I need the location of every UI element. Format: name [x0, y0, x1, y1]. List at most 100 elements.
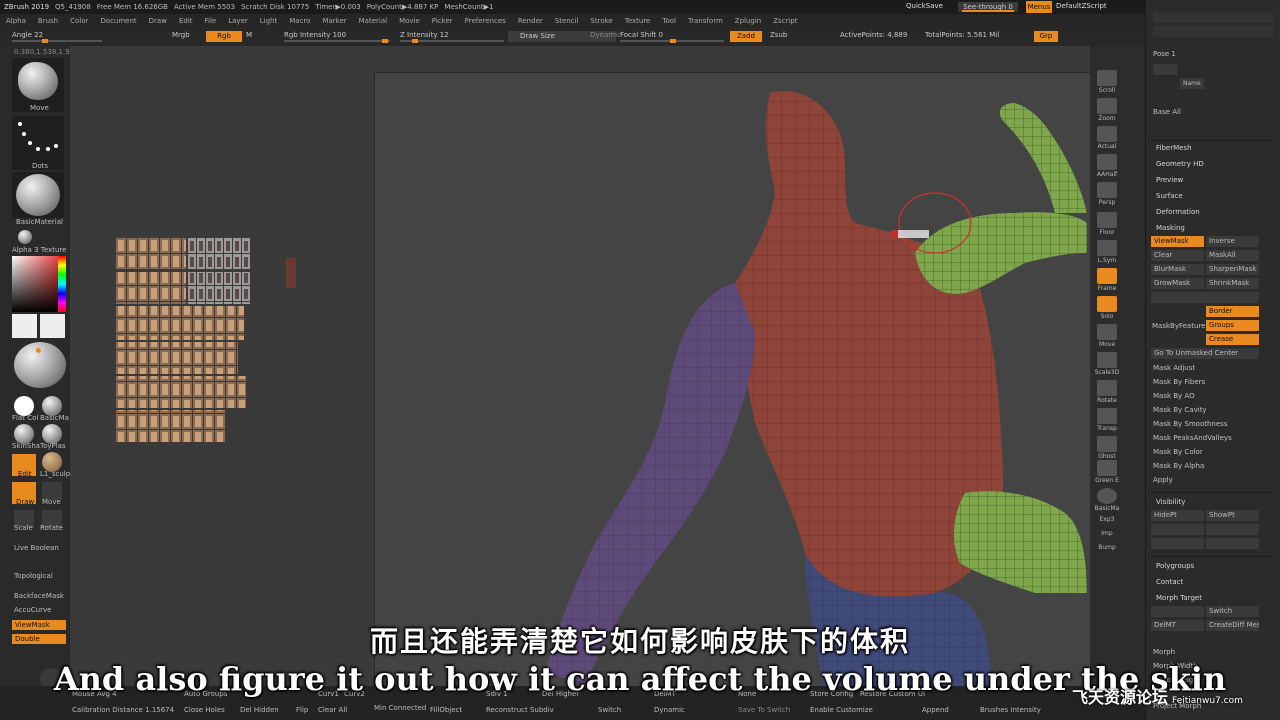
calibration-distance-slider[interactable]: Calibration Distance 1.15674	[72, 706, 174, 714]
viewmask-toggle[interactable]: ViewMask	[1151, 236, 1204, 247]
grp-button[interactable]: Grp	[1034, 31, 1058, 42]
solo-button[interactable]: Solo	[1094, 296, 1120, 320]
menu-preferences[interactable]: Preferences	[459, 17, 512, 25]
fill-object-button[interactable]: FillObject	[430, 706, 462, 714]
angle-slider[interactable]	[12, 39, 102, 43]
menu-transform[interactable]: Transform	[682, 17, 729, 25]
sculpt-material-icon[interactable]	[42, 452, 62, 472]
rotate-view-button[interactable]: Rotate	[1094, 380, 1120, 404]
save-to-switch-button[interactable]: Save To Switch	[738, 706, 790, 714]
visibility-btn-3[interactable]	[1151, 524, 1204, 535]
z-intensity-label[interactable]: Z Intensity 12	[400, 31, 449, 39]
see-through-slider[interactable]: See-through 0	[958, 2, 1018, 12]
mask-by-cavity-item[interactable]: Mask By Cavity	[1153, 406, 1207, 414]
backface-mask-button[interactable]: BackfaceMask	[14, 592, 64, 600]
fibermesh-section[interactable]: FiberMesh	[1156, 144, 1192, 152]
base-all-button[interactable]: Base All	[1153, 108, 1181, 116]
mask-all-button[interactable]: MaskAll	[1206, 250, 1259, 261]
mask-adjust-item[interactable]: Mask Adjust	[1153, 364, 1195, 372]
enable-customize-button[interactable]: Enable Customize	[810, 706, 873, 714]
min-connected-slider[interactable]: Min Connected	[374, 704, 426, 712]
crease-toggle[interactable]: Crease	[1206, 334, 1259, 345]
sculpt-model[interactable]	[375, 73, 1091, 707]
pose-up-button[interactable]	[1153, 64, 1177, 75]
switch-mt-button[interactable]: Switch	[1206, 606, 1259, 617]
angle-slider-label[interactable]: Angle 22	[12, 31, 43, 39]
menu-alpha[interactable]: Alpha	[0, 17, 32, 25]
bump-button[interactable]: Bump	[1094, 544, 1120, 551]
clear-mask-button[interactable]: Clear	[1151, 250, 1204, 261]
apply-item[interactable]: Apply	[1153, 476, 1173, 484]
visibility-btn-6[interactable]	[1206, 538, 1259, 549]
floor-button[interactable]: Floor	[1094, 212, 1120, 236]
menu-light[interactable]: Light	[254, 17, 283, 25]
menu-layer[interactable]: Layer	[222, 17, 254, 25]
visibility-section[interactable]: Visibility	[1156, 498, 1185, 506]
menu-file[interactable]: File	[199, 17, 223, 25]
go-to-unmasked-center-button[interactable]: Go To Unmasked Center	[1151, 348, 1259, 359]
exp3-button[interactable]: Exp3	[1094, 516, 1120, 523]
ghost-button[interactable]: Ghost	[1094, 436, 1120, 460]
menu-marker[interactable]: Marker	[316, 17, 352, 25]
live-boolean-button[interactable]: Live Boolean	[14, 544, 59, 552]
scale3d-button[interactable]: Scale3D	[1094, 352, 1120, 376]
basicma-button[interactable]: BasicMa	[1094, 488, 1120, 512]
toy-plastic-icon[interactable]	[42, 424, 62, 444]
mask-by-alpha-item[interactable]: Mask By Alpha	[1153, 462, 1204, 470]
mask-slider[interactable]	[1151, 292, 1259, 303]
aahalf-button[interactable]: AAHalf	[1094, 154, 1120, 178]
document-canvas[interactable]	[374, 72, 1091, 707]
m-button[interactable]: M	[246, 31, 252, 39]
persp-button[interactable]: Persp	[1094, 182, 1120, 206]
menus-button[interactable]: Menus	[1026, 1, 1052, 13]
mask-peaks-valleys-item[interactable]: Mask PeaksAndValleys	[1153, 434, 1232, 442]
reconstruct-subdiv-button[interactable]: Reconstruct Subdiv	[486, 706, 554, 714]
zadd-button[interactable]: Zadd	[730, 31, 762, 42]
main-color-swatch[interactable]	[12, 314, 37, 338]
menu-stroke[interactable]: Stroke	[584, 17, 618, 25]
focal-shift-label[interactable]: Focal Shift 0	[620, 31, 663, 39]
menu-texture[interactable]: Texture	[619, 17, 657, 25]
shrink-mask-button[interactable]: ShrinkMask	[1206, 278, 1259, 289]
pose-slider[interactable]: Pose 1	[1153, 50, 1176, 58]
polygroups-section[interactable]: Polygroups	[1156, 562, 1194, 570]
clear-all-button[interactable]: Clear All	[318, 706, 347, 714]
default-zscript-button[interactable]: DefaultZScript	[1056, 2, 1107, 10]
visibility-btn-5[interactable]	[1151, 538, 1204, 549]
mask-by-ao-item[interactable]: Mask By AO	[1153, 392, 1195, 400]
zsub-button[interactable]: Zsub	[770, 31, 787, 39]
rgb-intensity-label[interactable]: Rgb Intensity 100	[284, 31, 346, 39]
secondary-color-swatch[interactable]	[40, 314, 65, 338]
menu-picker[interactable]: Picker	[426, 17, 459, 25]
pose-name-button[interactable]: Name	[1180, 78, 1204, 89]
mask-by-color-item[interactable]: Mask By Color	[1153, 448, 1203, 456]
dynamic-toggle[interactable]: Dynamic	[590, 31, 621, 39]
menu-brush[interactable]: Brush	[32, 17, 64, 25]
menu-tool[interactable]: Tool	[656, 17, 682, 25]
del-hidden-button[interactable]: Del Hidden	[240, 706, 279, 714]
geometry-hd-section[interactable]: Geometry HD	[1156, 160, 1204, 168]
close-holes-button[interactable]: Close Holes	[184, 706, 225, 714]
basic-material-icon[interactable]	[42, 396, 62, 416]
hidept-button[interactable]: HidePt	[1151, 510, 1204, 521]
surface-section[interactable]: Surface	[1156, 192, 1183, 200]
showpt-button[interactable]: ShowPt	[1206, 510, 1259, 521]
menu-macro[interactable]: Macro	[283, 17, 316, 25]
morph-target-section[interactable]: Morph Target	[1156, 594, 1202, 602]
preview-section[interactable]: Preview	[1156, 176, 1183, 184]
menu-document[interactable]: Document	[94, 17, 142, 25]
menu-zscript[interactable]: Zscript	[767, 17, 803, 25]
menu-movie[interactable]: Movie	[393, 17, 426, 25]
menu-draw[interactable]: Draw	[143, 17, 173, 25]
grow-mask-button[interactable]: GrowMask	[1151, 278, 1204, 289]
menu-color[interactable]: Color	[64, 17, 94, 25]
actual-button[interactable]: Actual	[1094, 126, 1120, 150]
rgb-button[interactable]: Rgb	[206, 31, 242, 42]
material-selector[interactable]	[12, 172, 64, 218]
menu-render[interactable]: Render	[512, 17, 549, 25]
hue-strip[interactable]	[58, 256, 66, 312]
rgb-intensity-slider[interactable]	[284, 39, 390, 43]
alpha-icon[interactable]	[18, 230, 32, 244]
green-e-button[interactable]: Green E	[1094, 460, 1120, 484]
mask-by-smoothness-item[interactable]: Mask By Smoothness	[1153, 420, 1227, 428]
